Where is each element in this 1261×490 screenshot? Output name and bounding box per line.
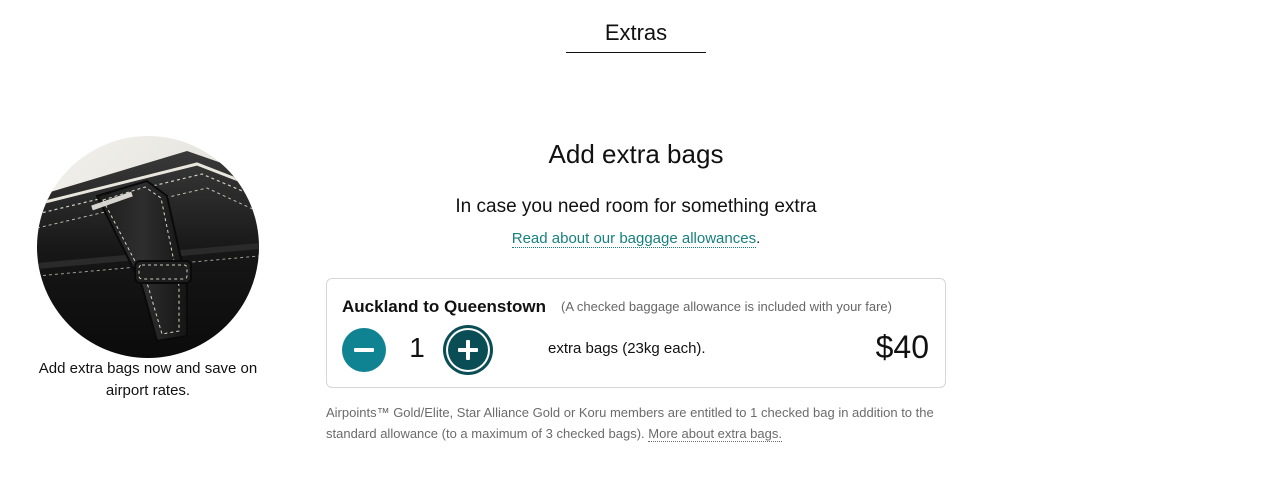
leather-bag-image (37, 136, 259, 358)
baggage-allowances-link[interactable]: Read about our baggage allowances (511, 230, 757, 248)
link-suffix: . (756, 230, 761, 247)
baggage-info-row: Read about our baggage allowances. (386, 230, 886, 248)
footnote-text: Airpoints™ Gold/Elite, Star Alliance Gol… (326, 405, 934, 441)
extra-bags-card: Auckland to Queenstown (A checked baggag… (326, 278, 946, 388)
section-heading: Add extra bags (548, 139, 724, 169)
route-title: Auckland to Queenstown (342, 297, 547, 316)
section-subheading: In case you need room for something extr… (455, 196, 817, 217)
page-title: Extras (566, 20, 706, 53)
bag-description: extra bags (23kg each). (548, 340, 706, 357)
bag-quantity: 1 (409, 332, 425, 363)
decrease-bags-button[interactable] (342, 328, 386, 372)
allowance-note: (A checked baggage allowance is included… (561, 299, 892, 314)
member-footnote: Airpoints™ Gold/Elite, Star Alliance Gol… (326, 402, 966, 444)
promo-caption: Add extra bags now and save on airport r… (38, 360, 258, 399)
increase-bags-button[interactable] (446, 328, 490, 372)
minus-icon (354, 348, 374, 352)
plus-icon (458, 340, 478, 360)
more-about-extra-bags-link[interactable]: More about extra bags. (648, 426, 782, 442)
bag-price: $40 (875, 329, 929, 365)
